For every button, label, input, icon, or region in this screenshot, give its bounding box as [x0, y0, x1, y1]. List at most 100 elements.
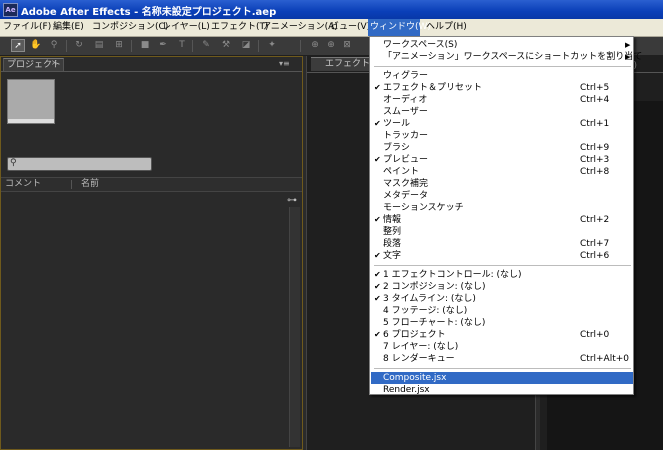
menu-view[interactable]: ビュー(V) — [330, 19, 370, 36]
project-panel: プロジェクト × ▾≡ ⚲ コメント 名前 ⊶ — [0, 56, 303, 450]
window-menu-item[interactable]: ✔ 文字 Ctrl+6 — [371, 250, 633, 262]
window-menu-dropdown: ワークスペース(S) ▶ 「アニメーション」ワークスペースにショートカットを割り当て… — [369, 36, 642, 396]
pan-behind-tool-icon[interactable]: ⊞ — [112, 39, 126, 52]
title-bar: Ae Adobe After Effects - 名称未設定プロジェクト.aep — [0, 0, 663, 19]
zoom-tool-icon[interactable]: ⚲ — [47, 39, 61, 52]
axis-mode-icon[interactable]: ⊠ — [340, 39, 354, 52]
axis-mode-icon[interactable]: ⊕ — [308, 39, 322, 52]
menu-bar: ファイル(F) 編集(E) コンポジション(C) レイヤー(L) エフェクト(T… — [0, 19, 663, 37]
window-menu-item[interactable]: ブラシ Ctrl+9 — [371, 142, 633, 154]
window-menu-item[interactable]: マスク補完 — [371, 178, 633, 190]
window-menu-item[interactable]: スムーザー — [371, 106, 633, 118]
menu-item-shortcut: Ctrl+9 — [580, 143, 610, 153]
window-menu-item[interactable]: 段落 Ctrl+7 — [371, 238, 633, 250]
window-menu-item[interactable]: Composite.jsx — [371, 372, 633, 384]
menu-item-shortcut: Ctrl+6 — [580, 251, 610, 261]
window-menu-item[interactable]: 5 フローチャート: (なし) — [371, 317, 633, 329]
rotation-tool-icon[interactable]: ↻ — [72, 39, 86, 52]
window-menu-item[interactable]: ウィグラー — [371, 70, 633, 82]
mask-tool-icon[interactable]: ■ — [138, 39, 152, 52]
text-tool-icon[interactable]: T — [175, 39, 189, 52]
search-icon: ⚲ — [10, 158, 17, 168]
menu-item-label: ツール — [383, 119, 411, 129]
project-scrollbar[interactable] — [289, 207, 300, 447]
clone-stamp-tool-icon[interactable]: ⚒ — [219, 39, 233, 52]
menu-item-label: Render.jsx — [383, 385, 430, 395]
window-menu-item[interactable]: ✔ プレビュー Ctrl+3 — [371, 154, 633, 166]
window-menu-item[interactable]: 「アニメーション」ワークスペースにショートカットを割り当て ▶ — [371, 51, 642, 63]
panel-menu-icon[interactable]: ▾≡ — [279, 59, 290, 68]
menu-composition[interactable]: コンポジション(C) — [92, 19, 168, 36]
window-menu-item[interactable]: モーションスケッチ — [371, 202, 633, 214]
checkmark-icon: ✔ — [374, 294, 381, 303]
close-icon[interactable]: × — [51, 58, 58, 67]
menu-item-shortcut: Ctrl+2 — [580, 215, 610, 225]
hand-tool-icon[interactable]: ✋ — [29, 39, 43, 52]
window-menu-item[interactable]: ワークスペース(S) ▶ — [371, 39, 633, 51]
menu-item-label: 8 レンダーキュー — [383, 354, 455, 364]
column-name[interactable]: 名前 — [81, 178, 99, 191]
menu-item-label: Composite.jsx — [383, 373, 447, 383]
window-menu-item[interactable]: ✔ 6 プロジェクト Ctrl+0 — [371, 329, 633, 341]
window-menu-item[interactable]: ✔ ツール Ctrl+1 — [371, 118, 633, 130]
window-menu-item[interactable]: ✔ 1 エフェクトコントロール: (なし) — [371, 269, 633, 281]
pen-tool-icon[interactable]: ✒ — [156, 39, 170, 52]
camera-tool-icon[interactable]: ▤ — [92, 39, 106, 52]
flowchart-icon[interactable]: ⊶ — [287, 195, 297, 206]
toolbar-divider — [66, 40, 67, 52]
submenu-arrow-icon: ▶ — [625, 41, 631, 49]
menu-file[interactable]: ファイル(F) — [3, 19, 51, 36]
eraser-tool-icon[interactable]: ◪ — [239, 39, 253, 52]
menu-animation[interactable]: アニメーション(A) — [262, 19, 338, 36]
menu-item-label: プレビュー — [383, 155, 429, 165]
column-divider[interactable] — [71, 180, 72, 189]
checkmark-icon: ✔ — [374, 330, 381, 339]
menu-help[interactable]: ヘルプ(H) — [426, 19, 467, 36]
toolbar-divider — [131, 40, 132, 52]
window-menu-item[interactable]: Render.jsx — [371, 384, 633, 396]
window-menu-item[interactable]: 整列 — [371, 226, 633, 238]
checkmark-icon: ✔ — [374, 215, 381, 224]
project-search-input[interactable]: ⚲ — [7, 157, 152, 171]
selection-tool-icon[interactable]: ➚ — [11, 39, 25, 52]
menu-effect[interactable]: エフェクト(T) — [211, 19, 269, 36]
menu-layer[interactable]: レイヤー(L) — [162, 19, 210, 36]
menu-item-label: モーションスケッチ — [383, 203, 464, 213]
window-title: Adobe After Effects - 名称未設定プロジェクト.aep — [21, 7, 277, 18]
window-menu-item[interactable]: ✔ 2 コンポジション: (なし) — [371, 281, 633, 293]
menu-item-shortcut: Ctrl+0 — [580, 330, 610, 340]
menu-item-label: オーディオ — [383, 95, 428, 105]
window-menu-item[interactable]: ✔ エフェクト＆プリセット Ctrl+5 — [371, 82, 633, 94]
window-menu-item[interactable]: トラッカー — [371, 130, 633, 142]
menu-item-label: 文字 — [383, 251, 402, 261]
checkmark-icon: ✔ — [374, 282, 381, 291]
menu-window[interactable]: ウィンドウ(W) — [368, 19, 431, 36]
brush-tool-icon[interactable]: ✎ — [199, 39, 213, 52]
puppet-tool-icon[interactable]: ✦ — [265, 39, 279, 52]
menu-separator — [374, 368, 631, 369]
menu-item-shortcut: Ctrl+3 — [580, 155, 610, 165]
window-menu-item[interactable]: 7 レイヤー: (なし) — [371, 341, 633, 353]
window-menu-item[interactable]: オーディオ Ctrl+4 — [371, 94, 633, 106]
menu-item-label: ワークスペース(S) — [383, 40, 458, 50]
axis-mode-icon[interactable]: ⊕ — [324, 39, 338, 52]
menu-item-label: ペイント — [383, 167, 420, 177]
menu-item-shortcut: Ctrl+Alt+0 — [580, 354, 630, 364]
project-thumbnail-base — [7, 119, 55, 124]
menu-item-shortcut: Ctrl+1 — [580, 119, 610, 129]
project-thumbnail — [7, 79, 55, 121]
menu-item-label: 4 フッテージ: (なし) — [383, 306, 468, 316]
window-menu-item[interactable]: 4 フッテージ: (なし) — [371, 305, 633, 317]
column-comment[interactable]: コメント — [5, 178, 41, 191]
submenu-arrow-icon: ▶ — [625, 53, 631, 61]
window-menu-item[interactable]: ペイント Ctrl+8 — [371, 166, 633, 178]
window-menu-item[interactable]: ✔ 3 タイムライン: (なし) — [371, 293, 633, 305]
after-effects-app-icon[interactable]: Ae — [3, 3, 18, 17]
checkmark-icon: ✔ — [374, 251, 381, 260]
window-menu-item[interactable]: ✔ 情報 Ctrl+2 — [371, 214, 633, 226]
window-menu-item[interactable]: 8 レンダーキュー Ctrl+Alt+0 — [371, 353, 633, 365]
checkmark-icon: ✔ — [374, 119, 381, 128]
window-menu-item[interactable]: メタデータ — [371, 190, 633, 202]
menu-edit[interactable]: 編集(E) — [53, 19, 89, 36]
menu-item-label: スムーザー — [383, 107, 428, 117]
